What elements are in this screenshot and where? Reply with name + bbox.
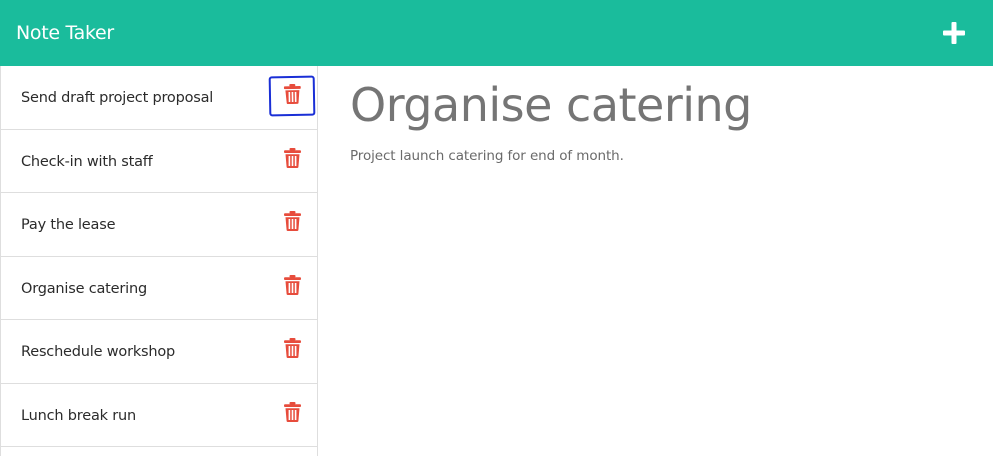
delete-note-button[interactable] <box>269 140 315 180</box>
trash-icon <box>283 401 301 422</box>
note-item-pay-the-lease[interactable]: Pay the lease <box>1 193 317 257</box>
note-text: Project launch catering for end of month… <box>350 148 624 164</box>
new-note-button[interactable] <box>939 18 969 48</box>
delete-note-button[interactable] <box>269 267 315 307</box>
app-title[interactable]: Note Taker <box>16 22 114 44</box>
delete-note-button[interactable] <box>269 330 315 370</box>
trash-icon <box>283 147 301 168</box>
note-item-reschedule-workshop[interactable]: Reschedule workshop <box>1 320 317 384</box>
note-viewer: Organise catering Project launch caterin… <box>318 66 993 456</box>
note-item-title: Reschedule workshop <box>21 344 176 361</box>
note-title: Organise catering <box>350 78 752 132</box>
note-item-lunch-break-run[interactable]: Lunch break run <box>1 384 317 447</box>
plus-icon <box>943 22 965 44</box>
notes-sidebar: Send draft project proposal Check-in wit… <box>0 66 318 456</box>
trash-icon <box>283 274 301 295</box>
note-item-organise-catering[interactable]: Organise catering <box>1 257 317 320</box>
note-item-title: Send draft project proposal <box>21 90 214 107</box>
trash-icon <box>283 338 301 358</box>
note-item-title: Check-in with staff <box>21 153 153 170</box>
trash-icon <box>283 83 301 105</box>
delete-note-button[interactable] <box>269 203 315 243</box>
note-item-title: Lunch break run <box>21 407 136 424</box>
note-item-title: Pay the lease <box>21 217 116 234</box>
note-item-title: Organise catering <box>21 280 147 297</box>
navbar: Note Taker <box>0 0 993 66</box>
trash-icon <box>283 211 301 231</box>
note-item-send-draft-project-proposal[interactable]: Send draft project proposal <box>1 66 317 130</box>
delete-note-button[interactable] <box>268 75 316 117</box>
note-list: Send draft project proposal Check-in wit… <box>1 66 317 447</box>
delete-note-button[interactable] <box>269 394 315 434</box>
note-item-check-in-with-staff[interactable]: Check-in with staff <box>1 130 317 193</box>
